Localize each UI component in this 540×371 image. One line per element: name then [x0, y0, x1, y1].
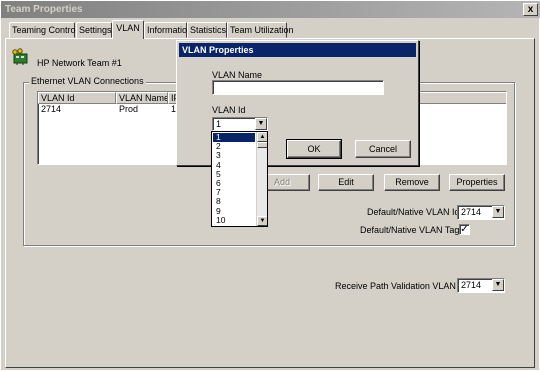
tab-statistics[interactable]: Statistics — [187, 22, 227, 38]
receive-path-vlan-id-value: 2714 — [461, 280, 482, 290]
tab-settings[interactable]: Settings — [76, 22, 112, 38]
properties-button[interactable]: Properties — [449, 174, 505, 191]
tab-information[interactable]: Information — [144, 22, 192, 38]
vlan-id-label: VLAN Id — [212, 105, 246, 115]
edit-button[interactable]: Edit — [318, 174, 374, 191]
close-button[interactable]: x — [523, 3, 538, 16]
remove-button[interactable]: Remove — [384, 174, 440, 191]
default-vlan-tag-label: Default/Native VLAN Tag — [360, 225, 460, 235]
network-team-icon — [11, 48, 29, 66]
default-vlan-id-label: Default/Native VLAN Id — [367, 207, 460, 217]
check-icon: ✓ — [460, 224, 469, 235]
vlan-name-input[interactable] — [212, 80, 384, 95]
chevron-down-icon[interactable]: ▼ — [255, 118, 267, 130]
receive-path-vlan-id-label: Receive Path Validation VLAN Id — [335, 281, 466, 291]
default-vlan-id-value: 2714 — [461, 207, 482, 217]
close-icon: x — [527, 4, 534, 15]
list-item[interactable]: 10 — [213, 215, 255, 225]
tab-vlan[interactable]: VLAN — [112, 20, 144, 39]
scrollbar-thumb[interactable] — [257, 142, 267, 148]
receive-path-vlan-id-select[interactable]: 2714 ▼ — [457, 278, 505, 293]
vlan-name-cell: Prod — [119, 104, 139, 114]
vlan-id-value: 1 — [216, 119, 222, 129]
dropdown-scrollbar[interactable]: ▲ ▼ — [256, 132, 267, 226]
ok-button[interactable]: OK — [286, 139, 342, 159]
column-header-vlan-id[interactable]: VLAN Id — [38, 92, 116, 104]
chevron-down-icon[interactable]: ▼ — [492, 206, 504, 218]
cancel-button[interactable]: Cancel — [355, 140, 411, 158]
vlan-name-label: VLAN Name — [212, 70, 263, 80]
vlan-connections-group-label: Ethernet VLAN Connections — [29, 76, 146, 86]
vlan-id-select[interactable]: 1 ▼ — [212, 117, 268, 131]
default-vlan-tag-checkbox[interactable]: ✓ — [459, 224, 470, 235]
tab-teaming-controls[interactable]: Teaming Controls — [9, 22, 82, 38]
column-header-vlan-name[interactable]: VLAN Name — [116, 92, 168, 104]
tab-team-utilization[interactable]: Team Utilization — [227, 22, 294, 38]
window-title: Team Properties — [1, 1, 540, 18]
dialog-title: VLAN Properties — [179, 43, 416, 57]
default-vlan-id-select[interactable]: 2714 ▼ — [457, 205, 505, 220]
team-name-label: HP Network Team #1 — [37, 58, 122, 68]
vlan-id-cell: 2714 — [41, 104, 62, 114]
vlan-id-dropdown-list[interactable]: 1 2 3 4 5 6 7 8 9 10 ▲ ▼ — [211, 131, 268, 227]
chevron-down-icon[interactable]: ▼ — [492, 279, 504, 291]
scroll-down-icon[interactable]: ▼ — [257, 216, 267, 226]
scroll-up-icon[interactable]: ▲ — [257, 132, 267, 142]
